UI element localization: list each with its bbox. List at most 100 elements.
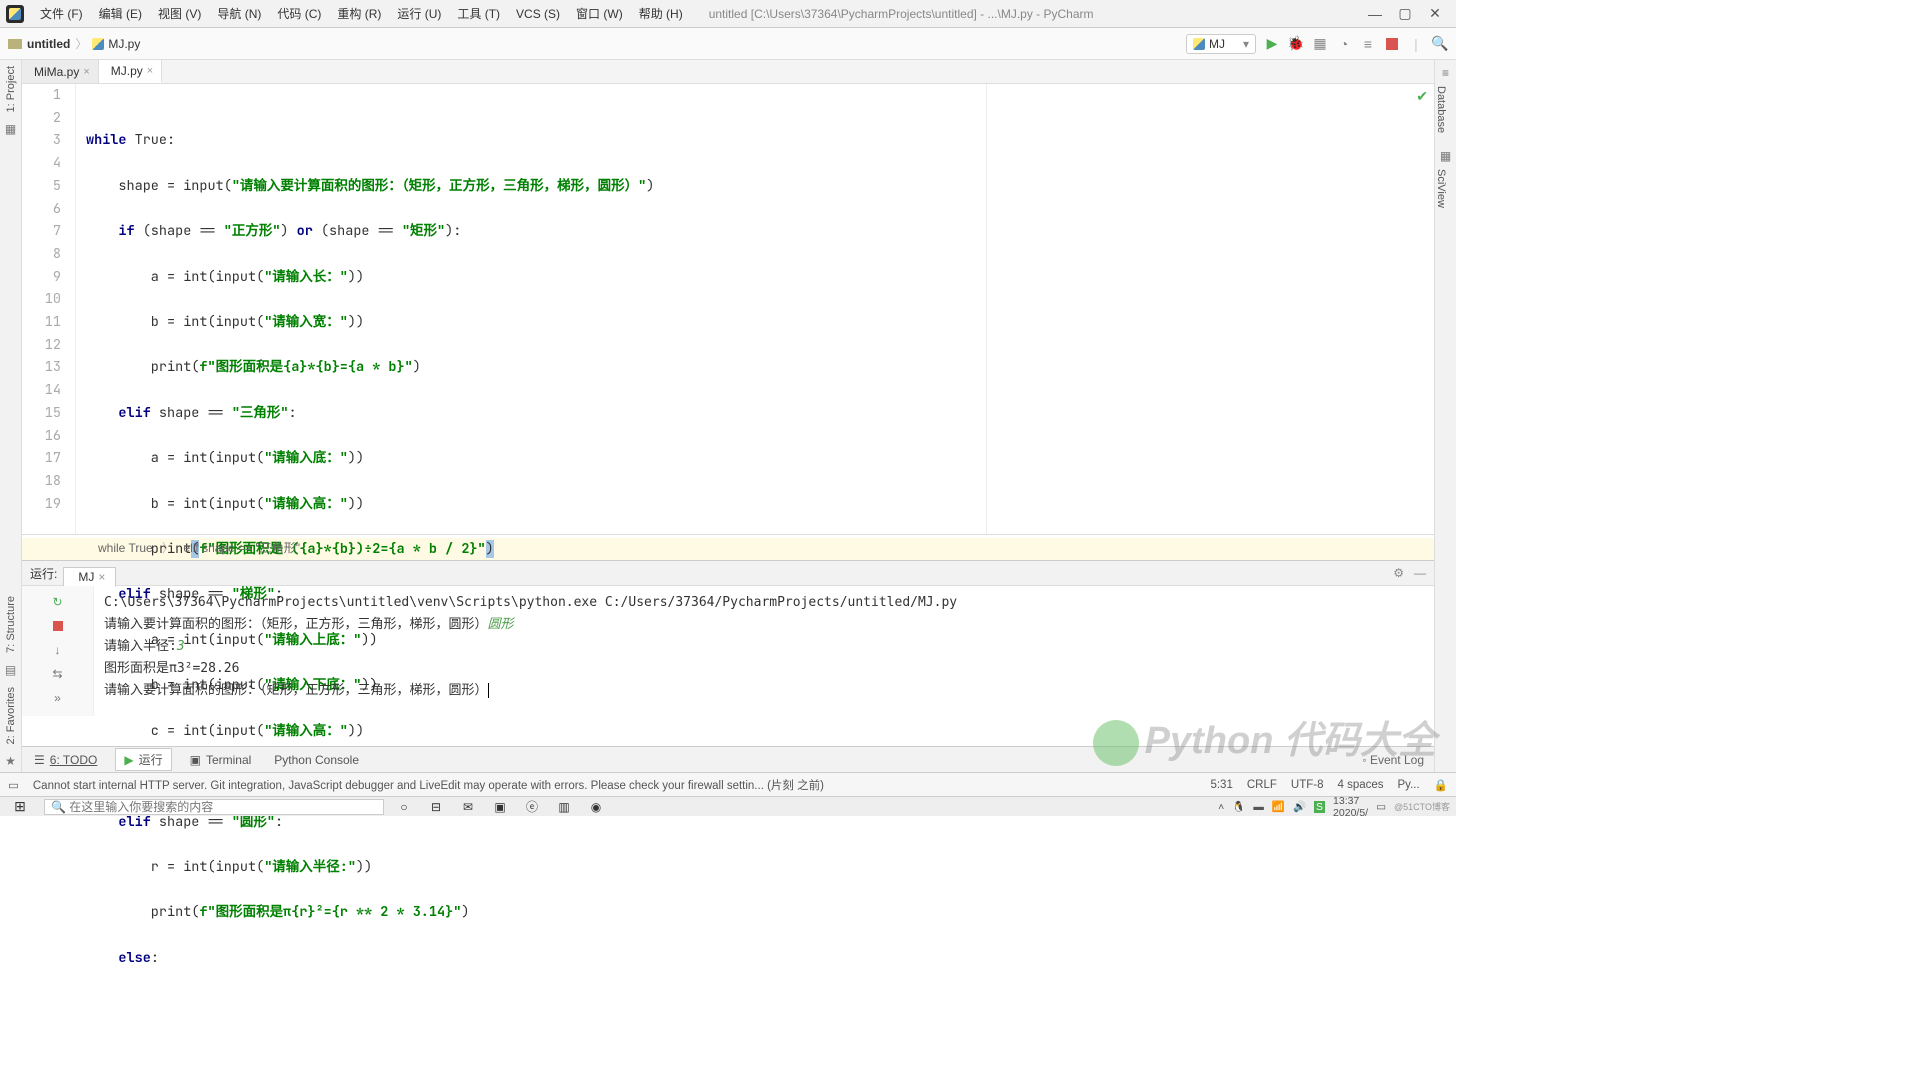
menu-window[interactable]: 窗口 (W) <box>568 5 631 22</box>
indent[interactable]: 4 spaces <box>1337 779 1383 791</box>
code-editor[interactable]: 12345678910111213141516171819 while True… <box>22 84 1434 534</box>
python-file-icon <box>92 38 104 50</box>
encoding[interactable]: UTF-8 <box>1291 779 1324 791</box>
python-console-tab[interactable]: Python Console <box>269 753 359 767</box>
close-icon[interactable]: × <box>147 65 153 77</box>
down-icon[interactable]: ↓ <box>50 642 66 658</box>
watermark-text: @51CTO博客 <box>1394 800 1450 813</box>
code-area[interactable]: while True: shape = input("请输入要计算面积的图形：（… <box>76 84 1434 534</box>
close-icon[interactable]: × <box>83 66 89 78</box>
status-message: Cannot start internal HTTP server. Git i… <box>33 777 1197 793</box>
tab-mj[interactable]: MJ.py × <box>99 60 162 83</box>
structure-tool[interactable]: 7: Structure <box>5 590 17 659</box>
crumb-item[interactable]: elif shape == "三角形" <box>183 541 300 555</box>
right-tool-bar: ≡ Database ▦ SciView <box>1434 60 1456 772</box>
run-panel: ↻ ↓ ⇆ » C:\Users\37364\PycharmProjects\u… <box>22 586 1434 716</box>
menu-tools[interactable]: 工具 (T) <box>449 5 508 22</box>
tab-label: MJ.py <box>111 64 143 78</box>
coverage-button[interactable]: ▦ <box>1312 36 1328 52</box>
console-line: 请输入要计算面积的图形：（矩形，正方形，三角形，梯形，圆形） <box>104 680 1424 702</box>
run-toolbar: ↻ ↓ ⇆ » <box>22 586 94 716</box>
stop-icon[interactable] <box>50 618 66 634</box>
breadcrumb-file[interactable]: MJ.py <box>108 37 140 51</box>
concurrency-button[interactable]: ≡ <box>1360 36 1376 52</box>
run-tab[interactable]: ▶运行 <box>115 748 171 771</box>
minimize-panel-icon[interactable]: — <box>1414 566 1426 580</box>
run-tab[interactable]: MJ × <box>63 567 116 587</box>
ime-icon[interactable]: S <box>1314 801 1325 813</box>
menu-vcs[interactable]: VCS (S) <box>508 7 568 21</box>
close-button[interactable]: ✕ <box>1420 5 1450 22</box>
structure-icon: ▤ <box>5 663 16 677</box>
chevron-down-icon: ▾ <box>1243 37 1249 51</box>
run-button[interactable]: ▶ <box>1264 36 1280 52</box>
editor-tabs: MiMa.py × MJ.py × <box>22 60 1434 84</box>
qq-icon[interactable]: 🐧 <box>1232 800 1245 813</box>
terminal-icon: ▣ <box>190 753 201 767</box>
menu-view[interactable]: 视图 (V) <box>150 5 209 22</box>
chrome-icon[interactable]: ◉ <box>580 800 612 814</box>
close-icon[interactable]: × <box>98 570 105 584</box>
notepad-icon[interactable]: ▥ <box>548 800 580 814</box>
sciview-tool[interactable]: SciView <box>1435 163 1447 214</box>
menu-edit[interactable]: 编辑 (E) <box>91 5 150 22</box>
battery-icon[interactable]: ▬ <box>1253 801 1264 813</box>
cortana-icon[interactable]: ○ <box>388 800 420 814</box>
minimize-button[interactable]: — <box>1360 6 1390 22</box>
gear-icon[interactable]: ⚙ <box>1393 566 1404 580</box>
favorites-tool[interactable]: 2: Favorites <box>5 681 17 750</box>
menu-run[interactable]: 运行 (U) <box>389 5 449 22</box>
layout-icon[interactable]: ⇆ <box>50 666 66 682</box>
console-line: 请输入半径:3 <box>104 636 1424 658</box>
run-tab-label: MJ <box>78 570 94 584</box>
start-button[interactable]: ⊞ <box>0 798 40 815</box>
taskbar-search[interactable]: 🔍 在这里输入你要搜索的内容 <box>44 799 384 815</box>
volume-icon[interactable]: 🔊 <box>1293 800 1306 813</box>
todo-tab[interactable]: ☰6: TODO <box>34 753 97 767</box>
status-icon: ▭ <box>8 778 19 792</box>
caret-position[interactable]: 5:31 <box>1210 779 1232 791</box>
menu-code[interactable]: 代码 (C) <box>269 5 329 22</box>
tab-mima[interactable]: MiMa.py × <box>22 60 99 83</box>
menu-nav[interactable]: 导航 (N) <box>209 5 269 22</box>
database-tool[interactable]: Database <box>1435 80 1447 139</box>
interpreter[interactable]: Py... <box>1398 779 1420 791</box>
more-icon[interactable]: » <box>50 690 66 706</box>
database-icon: ≡ <box>1435 66 1456 80</box>
terminal-tab[interactable]: ▣Terminal <box>190 753 252 767</box>
maximize-button[interactable]: ▢ <box>1390 5 1420 22</box>
console-line: 请输入要计算面积的图形：（矩形，正方形，三角形，梯形，圆形）圆形 <box>104 614 1424 636</box>
pycharm-icon[interactable]: ▣ <box>484 800 516 814</box>
console-output[interactable]: C:\Users\37364\PycharmProjects\untitled\… <box>94 586 1434 716</box>
taskview-icon[interactable]: ⊟ <box>420 800 452 814</box>
search-icon: 🔍 <box>51 800 66 814</box>
run-panel-header: 运行: MJ × ⚙ — <box>22 560 1434 586</box>
menu-refactor[interactable]: 重构 (R) <box>329 5 389 22</box>
navigation-bar: untitled 〉 MJ.py MJ ▾ ▶ 🐞 ▦ ◔ ≡ | 🔍 <box>0 28 1456 60</box>
line-sep[interactable]: CRLF <box>1247 779 1277 791</box>
todo-icon: ☰ <box>34 753 45 767</box>
profile-button[interactable]: ◔ <box>1336 36 1352 52</box>
stop-button[interactable] <box>1384 36 1400 52</box>
tab-label: MiMa.py <box>34 65 79 79</box>
mail-icon[interactable]: ✉ <box>452 800 484 814</box>
notification-icon[interactable]: ▭ <box>1376 801 1386 813</box>
lock-icon[interactable]: 🔒 <box>1434 778 1448 792</box>
debug-button[interactable]: 🐞 <box>1288 36 1304 52</box>
project-tool[interactable]: 1: Project <box>5 60 17 118</box>
search-icon[interactable]: 🔍 <box>1432 36 1448 52</box>
menu-bar: 文件 (F) 编辑 (E) 视图 (V) 导航 (N) 代码 (C) 重构 (R… <box>0 0 1456 28</box>
console-line: C:\Users\37364\PycharmProjects\untitled\… <box>104 592 1424 614</box>
tray-up-icon[interactable]: ˄ <box>1218 801 1224 813</box>
star-icon: ★ <box>5 754 16 768</box>
menu-file[interactable]: 文件 (F) <box>32 5 91 22</box>
ie-icon[interactable]: ⓔ <box>516 798 548 815</box>
menu-help[interactable]: 帮助 (H) <box>631 5 691 22</box>
event-log-tab[interactable]: ◦ Event Log <box>1362 753 1424 767</box>
crumb-item[interactable]: while True <box>98 541 153 555</box>
clock[interactable]: 13:372020/5/ <box>1333 795 1368 819</box>
run-config-selector[interactable]: MJ ▾ <box>1186 34 1256 54</box>
wifi-icon[interactable]: 📶 <box>1272 800 1285 813</box>
breadcrumb-project[interactable]: untitled <box>27 37 70 51</box>
rerun-icon[interactable]: ↻ <box>50 594 66 610</box>
